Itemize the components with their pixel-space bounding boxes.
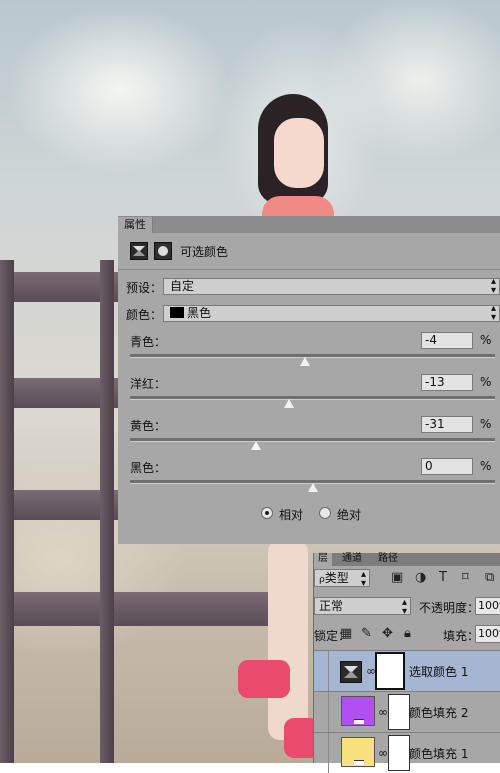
colors-select[interactable]: 黑色 ▴ ▾ [163,303,500,323]
layer-row[interactable]: ∞ 选取颜色 1 [314,650,500,691]
absolute-label: 绝对 [337,508,362,522]
divider [118,269,500,270]
chain-link-icon[interactable]: ∞ [378,705,388,719]
tab-properties[interactable]: 属性 [118,217,153,233]
visibility-eye-icon[interactable] [314,733,329,773]
selective-color-glyph [344,666,358,678]
yellow-slider-track[interactable] [130,438,495,442]
tab-layers[interactable]: 层 [314,553,332,566]
percent-sign: % [480,333,492,347]
cyan-value-field[interactable]: -4 [421,332,473,349]
pink-shoe [238,660,290,698]
layer-row[interactable]: ∞ 颜色填充 2 [314,691,500,732]
layer-name: 选取颜色 1 [409,665,469,679]
visibility-eye-icon[interactable] [314,692,329,732]
absolute-radio[interactable] [319,507,331,519]
chevron-updown-icon: ▴ ▾ [490,303,496,323]
layer-filter-value: 类型 [324,571,349,585]
tab-channels[interactable]: 通道 [338,553,366,566]
adjustment-filter-icon[interactable]: ◑ [415,570,426,586]
yellow-slider-thumb[interactable] [250,441,261,450]
slider-label-cyan: 青色： [130,335,167,349]
lock-pixels-icon[interactable]: ✎ [361,626,372,642]
shape-filter-icon[interactable]: ⌑ [462,570,469,586]
fence-post [0,260,14,763]
preset-value: 自定 [170,279,195,293]
colors-label: 颜色： [126,308,163,322]
image-filter-icon[interactable]: ▣ [391,570,403,586]
relative-label: 相对 [279,508,304,522]
slider-label-black: 黑色： [130,461,167,475]
chain-link-icon[interactable]: ∞ [378,746,388,760]
properties-panel: 属性 可选颜色 预设： 自定 ▴ ▾ 颜色： 黑色 ▴ ▾ 青色： -4 % 洋红：… [118,216,500,544]
layer-name: 颜色填充 2 [409,706,469,720]
selective-color-icon[interactable] [130,242,148,260]
layer-filter-select[interactable]: ρ类型 ▴ ▾ [314,569,370,589]
properties-tabbar: 属性 [118,217,500,233]
preset-label: 预设： [126,281,163,295]
opacity-label: 不透明度： [419,601,480,615]
slider-label-magenta: 洋红： [130,377,167,391]
selective-color-glyph [133,246,145,256]
layer-row[interactable]: ∞ 颜色填充 1 [314,732,500,773]
layer-name: 颜色填充 1 [409,747,469,761]
relative-radio[interactable] [261,507,273,519]
chevron-updown-icon: ▴ ▾ [490,276,496,296]
color-fill-thumbnail [341,696,375,726]
girl-legs [268,540,308,740]
lock-transparent-icon[interactable]: ▦ [340,626,352,642]
magenta-slider-thumb[interactable] [283,399,294,408]
cyan-slider-thumb[interactable] [300,357,311,366]
tab-paths[interactable]: 路径 [374,553,402,566]
fence-rail [0,592,290,626]
adjustment-title: 可选颜色 [180,245,229,259]
lock-position-icon[interactable]: ✥ [382,626,393,642]
yellow-value-field[interactable]: -31 [421,416,473,433]
percent-sign: % [480,459,492,473]
visibility-eye-icon[interactable] [314,651,329,691]
lock-all-icon[interactable]: 🔒︎ [404,626,411,642]
percent-sign: % [480,417,492,431]
mask-icon[interactable] [154,242,172,260]
girl-face [274,118,324,188]
fence-post [100,260,114,763]
fill-field[interactable]: 100% [475,625,500,643]
blend-mode-select[interactable]: 正常 ▴ ▾ [314,597,411,617]
layer-mask-thumbnail[interactable] [388,735,410,771]
chevron-updown-icon: ▴ ▾ [401,597,407,617]
type-filter-icon[interactable]: T [439,570,447,586]
colors-value: 黑色 [187,306,212,320]
magenta-slider-track[interactable] [130,396,495,400]
layer-mask-thumbnail[interactable] [388,694,410,730]
magenta-value-field[interactable]: -13 [421,374,473,391]
selective-color-icon [340,661,362,683]
layers-tabbar: 层 通道 路径 [314,553,500,566]
color-swatch [170,307,184,318]
fill-label: 填充： [443,629,480,643]
black-slider-thumb[interactable] [307,483,318,492]
black-value-field[interactable]: 0 [421,458,473,475]
blend-mode-value: 正常 [319,599,344,613]
chevron-updown-icon: ▴ ▾ [360,569,366,589]
slider-label-yellow: 黄色： [130,419,167,433]
percent-sign: % [480,375,492,389]
preset-select[interactable]: 自定 ▴ ▾ [163,276,500,296]
cyan-slider-track[interactable] [130,354,495,358]
opacity-field[interactable]: 100% [475,597,500,615]
smart-object-filter-icon[interactable]: ⧉ [485,570,494,586]
layer-mask-thumbnail[interactable] [375,652,405,690]
